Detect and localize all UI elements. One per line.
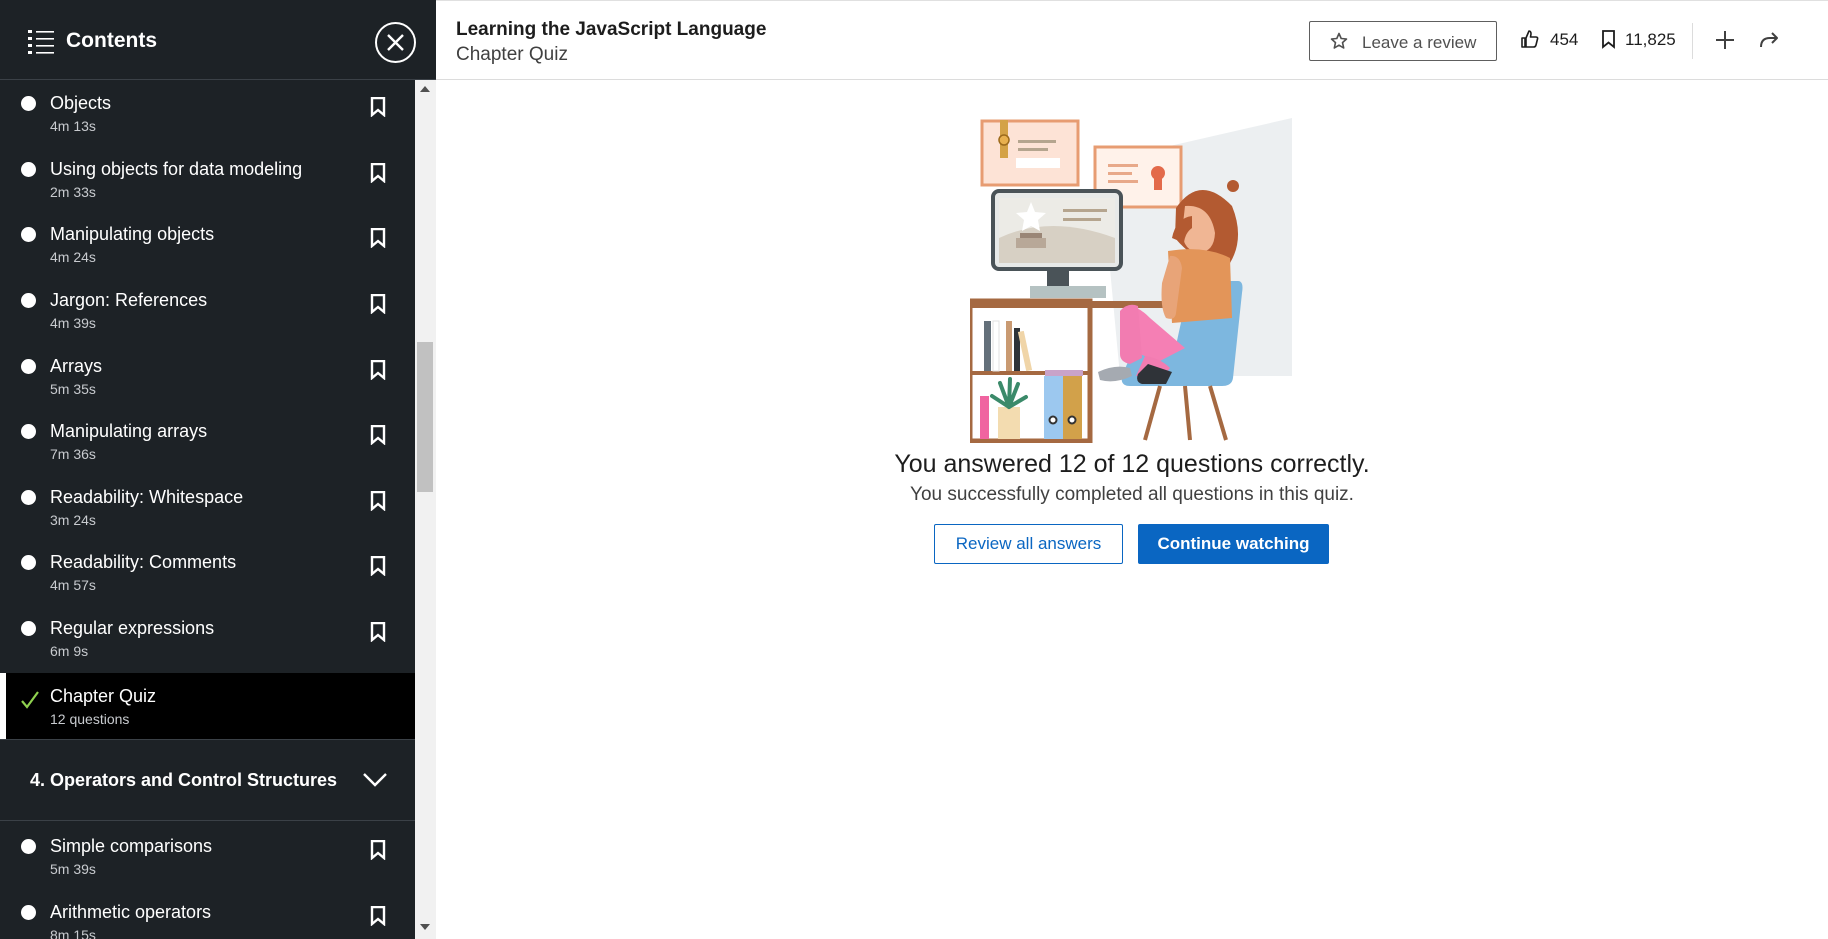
item-duration: 5m 39s (50, 861, 96, 877)
item-title: Objects (50, 93, 112, 113)
item-title: Jargon: References (50, 290, 208, 310)
like-count: 454 (1550, 30, 1579, 49)
item-duration: 2m 33s (50, 184, 96, 200)
item-title: Regular expressions (50, 618, 215, 638)
item-title: Arrays (50, 356, 103, 376)
sidebar-header: Contents (0, 0, 436, 80)
list-item[interactable]: Manipulating objects 4m 24s (0, 211, 415, 277)
status-dot (21, 293, 36, 308)
item-title: Manipulating arrays (50, 421, 208, 441)
status-dot (21, 227, 36, 242)
list-item[interactable]: Arrays 5m 35s (0, 343, 415, 409)
bookmark-icon[interactable] (370, 294, 386, 314)
plus-icon[interactable] (1712, 27, 1738, 53)
close-sidebar-button[interactable] (375, 22, 416, 63)
list-item[interactable]: Using objects for data modeling 2m 33s (0, 146, 415, 212)
list-item[interactable]: Simple comparisons 5m 39s (0, 823, 415, 889)
chevron-down-icon[interactable] (362, 772, 388, 788)
status-dot (21, 96, 36, 111)
star-icon (1330, 32, 1348, 49)
list-item[interactable]: Arithmetic operators 8m 15s (0, 889, 415, 939)
scroll-down-arrow[interactable] (420, 924, 430, 930)
status-dot (21, 490, 36, 505)
bookmark-icon[interactable] (370, 228, 386, 248)
close-icon (387, 34, 404, 51)
status-dot (21, 839, 36, 854)
header-divider (1692, 23, 1693, 59)
bookmark-icon[interactable] (370, 360, 386, 380)
section-header[interactable]: 4. Operators and Control Structures (0, 739, 415, 821)
item-duration: 3m 24s (50, 512, 96, 528)
bookmark-icon (1602, 30, 1615, 49)
status-dot (21, 359, 36, 374)
review-label: Leave a review (1362, 33, 1477, 52)
item-title: Simple comparisons (50, 836, 213, 856)
bookmark-icon[interactable] (370, 622, 386, 642)
like-icon (1521, 30, 1539, 48)
save-count: 11,825 (1625, 30, 1676, 49)
item-title: Readability: Comments (50, 552, 237, 572)
status-dot (21, 162, 36, 177)
list-item-active[interactable]: Chapter Quiz 12 questions (0, 673, 415, 739)
share-icon[interactable] (1758, 29, 1780, 51)
bookmark-icon[interactable] (370, 556, 386, 576)
quiz-result-subtitle: You successfully completed all questions… (910, 484, 1354, 505)
item-duration: 4m 39s (50, 315, 96, 331)
page-subtitle: Chapter Quiz (456, 44, 568, 65)
section-title: 4. Operators and Control Structures (30, 770, 338, 790)
scroll-thumb[interactable] (417, 342, 433, 492)
status-dot (21, 621, 36, 636)
quiz-complete-illustration (970, 118, 1292, 443)
top-header: Learning the JavaScript Language Chapter… (436, 0, 1828, 80)
item-title: Chapter Quiz (50, 686, 157, 706)
item-duration: 7m 36s (50, 446, 96, 462)
bookmark-icon[interactable] (370, 840, 386, 860)
item-duration: 8m 15s (50, 927, 96, 939)
list-item[interactable]: Readability: Whitespace 3m 24s (0, 474, 415, 540)
bookmark-icon[interactable] (370, 906, 386, 926)
list-item[interactable]: Readability: Comments 4m 57s (0, 539, 415, 605)
contents-sidebar: Contents Objects 4m 13s Using objects fo… (0, 0, 436, 939)
list-icon (28, 30, 54, 54)
leave-review-button[interactable]: Leave a review (1309, 21, 1497, 61)
bookmark-icon[interactable] (370, 97, 386, 117)
item-duration: 4m 57s (50, 577, 96, 593)
status-dot (21, 905, 36, 920)
list-item[interactable]: Jargon: References 4m 39s (0, 277, 415, 343)
bookmark-icon[interactable] (370, 163, 386, 183)
item-duration: 5m 35s (50, 381, 96, 397)
item-duration: 12 questions (50, 711, 130, 727)
status-dot (21, 424, 36, 439)
contents-title: Contents (66, 29, 157, 52)
item-title: Readability: Whitespace (50, 487, 244, 507)
item-title: Using objects for data modeling (50, 159, 303, 179)
bookmark-icon[interactable] (370, 491, 386, 511)
continue-watching-button[interactable]: Continue watching (1138, 524, 1329, 564)
status-dot (21, 555, 36, 570)
item-duration: 4m 13s (50, 118, 96, 134)
list-item[interactable]: Manipulating arrays 7m 36s (0, 408, 415, 474)
contents-list: Objects 4m 13s Using objects for data mo… (0, 80, 415, 939)
list-item[interactable]: Objects 4m 13s (0, 80, 415, 146)
sidebar-scrollbar[interactable] (415, 80, 436, 939)
item-duration: 4m 24s (50, 249, 96, 265)
check-icon (21, 691, 39, 709)
scroll-up-arrow[interactable] (420, 86, 430, 92)
item-title: Arithmetic operators (50, 902, 212, 922)
item-duration: 6m 9s (50, 643, 89, 659)
quiz-result-title: You answered 12 of 12 questions correctl… (894, 450, 1370, 478)
bookmark-icon[interactable] (370, 425, 386, 445)
list-item[interactable]: Regular expressions 6m 9s (0, 605, 415, 671)
course-title[interactable]: Learning the JavaScript Language (456, 19, 766, 41)
review-all-answers-button[interactable]: Review all answers (934, 524, 1123, 564)
item-title: Manipulating objects (50, 224, 215, 244)
